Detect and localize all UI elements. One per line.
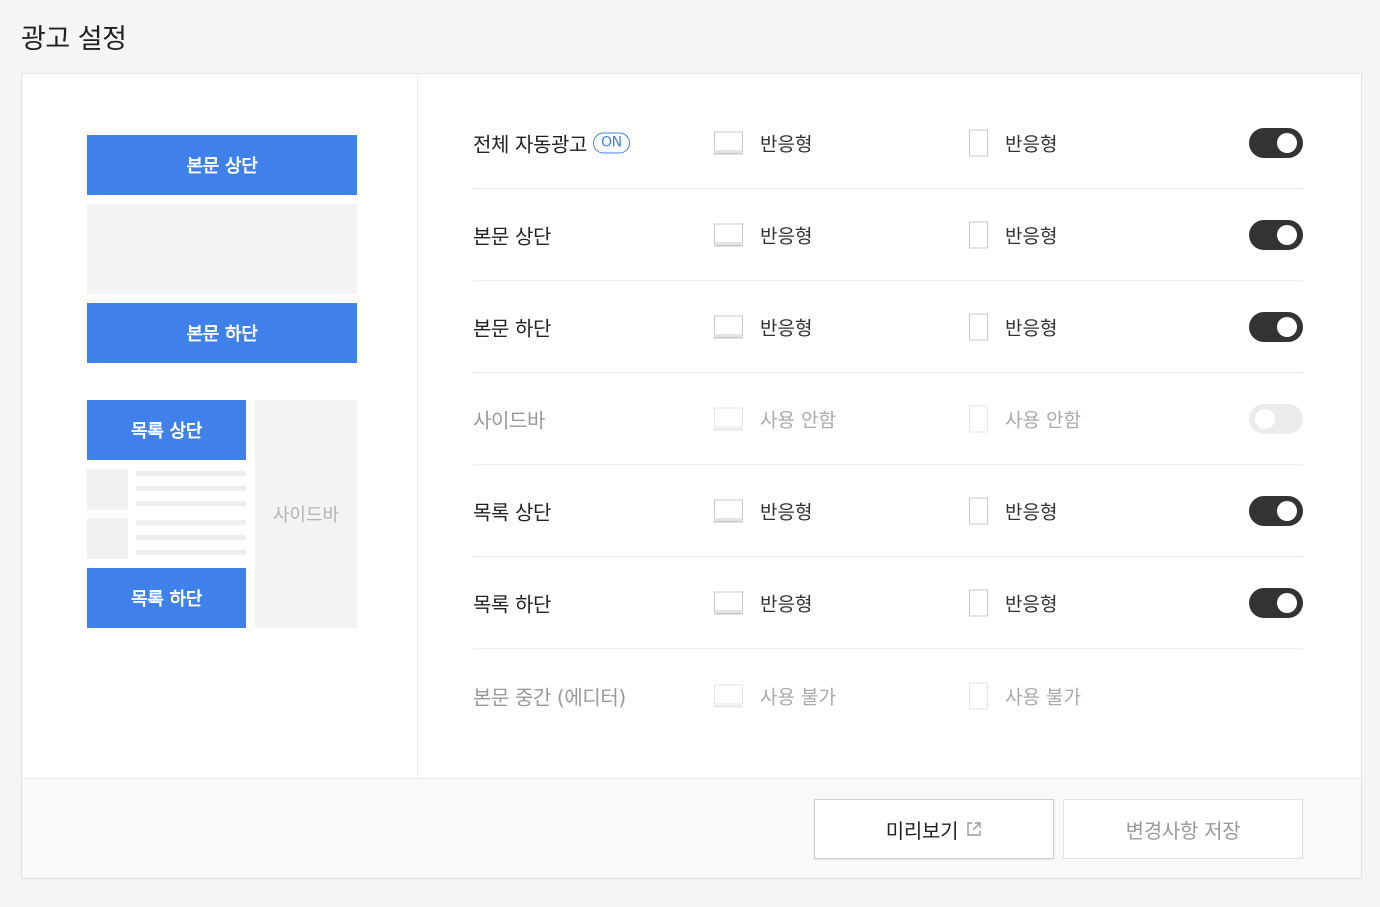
setting-row-label: 본문 하단 — [473, 316, 551, 341]
setting-row-label: 목록 상단 — [473, 500, 551, 525]
toggle-knob — [1277, 317, 1297, 337]
pc-setting-value: 사용 불가 — [760, 686, 836, 708]
pc-setting[interactable]: 반응형 — [714, 498, 812, 525]
preview-body-content — [87, 204, 357, 294]
monitor-icon — [714, 499, 743, 523]
toggle-knob — [1255, 409, 1275, 429]
setting-row-label: 전체 자동광고 ON — [473, 129, 630, 158]
mobile-setting-value: 사용 불가 — [1005, 686, 1081, 708]
preview-list-top: 목록 상단 — [87, 400, 246, 460]
save-changes-button[interactable]: 변경사항 저장 — [1063, 799, 1303, 859]
mobile-icon — [969, 313, 988, 341]
setting-row-label: 목록 하단 — [473, 592, 551, 617]
mobile-icon — [969, 589, 988, 617]
pc-setting[interactable]: 반응형 — [714, 590, 812, 617]
on-badge: ON — [592, 132, 630, 154]
setting-row-label-text: 전체 자동광고 — [473, 132, 587, 157]
monitor-icon — [714, 223, 743, 247]
pc-setting-value: 반응형 — [760, 317, 813, 340]
toggle-knob — [1277, 133, 1297, 153]
mobile-setting-value: 반응형 — [1005, 225, 1058, 248]
setting-row-list-top: 목록 상단 반응형 반응형 — [473, 466, 1303, 557]
page-title: 광고 설정 — [21, 24, 127, 55]
toggle-switch[interactable] — [1249, 128, 1303, 158]
mobile-setting: 사용 불가 — [969, 682, 1081, 709]
mobile-setting[interactable]: 반응형 — [969, 221, 1058, 249]
pc-setting[interactable]: 반응형 — [714, 314, 812, 341]
mobile-setting[interactable]: 반응형 — [969, 313, 1058, 341]
preview-list-thumb — [87, 469, 128, 510]
mobile-setting[interactable]: 반응형 — [969, 497, 1058, 525]
mobile-icon — [969, 129, 988, 157]
preview-sidebar: 사이드바 — [255, 400, 357, 628]
setting-row-auto-ads: 전체 자동광고 ON 반응형 반응형 — [473, 98, 1303, 189]
toggle-knob — [1277, 593, 1297, 613]
preview-list-line — [136, 471, 246, 476]
preview-body-bottom: 본문 하단 — [87, 303, 357, 363]
mobile-setting-value: 사용 안함 — [1005, 409, 1081, 432]
toggle-switch[interactable] — [1249, 312, 1303, 342]
ad-settings-panel: 본문 상단 본문 하단 목록 상단 목록 하단 사이드바 전체 자동광고 ON … — [21, 73, 1362, 879]
monitor-icon — [714, 684, 743, 707]
mobile-setting-value: 반응형 — [1005, 593, 1058, 616]
mobile-setting[interactable]: 반응형 — [969, 589, 1058, 617]
toggle-knob — [1277, 501, 1297, 521]
setting-row-body-top: 본문 상단 반응형 반응형 — [473, 190, 1303, 281]
monitor-icon — [714, 591, 743, 615]
setting-row-label: 본문 상단 — [473, 224, 551, 249]
mobile-icon — [969, 682, 988, 709]
mobile-setting-value: 반응형 — [1005, 317, 1058, 340]
ad-placement-preview: 본문 상단 본문 하단 목록 상단 목록 하단 사이드바 — [22, 74, 418, 778]
pc-setting-value: 반응형 — [760, 225, 813, 248]
pc-setting-value: 반응형 — [760, 501, 813, 524]
mobile-setting[interactable]: 사용 안함 — [969, 405, 1081, 433]
mobile-icon — [969, 221, 988, 249]
mobile-setting-value: 반응형 — [1005, 501, 1058, 524]
mobile-setting-value: 반응형 — [1005, 133, 1058, 156]
preview-list-line — [136, 486, 246, 491]
monitor-icon — [714, 407, 743, 431]
preview-list-thumb — [87, 518, 128, 559]
preview-list-line — [136, 550, 246, 555]
mobile-icon — [969, 497, 988, 525]
pc-setting-value: 반응형 — [760, 593, 813, 616]
pc-setting-value: 사용 안함 — [760, 409, 836, 432]
pc-setting[interactable]: 반응형 — [714, 222, 812, 249]
monitor-icon — [714, 315, 743, 339]
toggle-switch[interactable] — [1249, 588, 1303, 618]
setting-row-body-bottom: 본문 하단 반응형 반응형 — [473, 282, 1303, 373]
monitor-icon — [714, 131, 743, 155]
preview-list-line — [136, 501, 246, 506]
pc-setting: 사용 불가 — [714, 682, 836, 709]
external-link-icon — [967, 822, 981, 836]
setting-row-sidebar: 사이드바 사용 안함 사용 안함 — [473, 374, 1303, 465]
pc-setting-value: 반응형 — [760, 133, 813, 156]
preview-button[interactable]: 미리보기 — [814, 799, 1054, 859]
setting-row-list-bottom: 목록 하단 반응형 반응형 — [473, 558, 1303, 649]
pc-setting[interactable]: 사용 안함 — [714, 406, 836, 433]
setting-row-label: 본문 중간 (에디터) — [473, 685, 626, 709]
toggle-switch[interactable] — [1249, 496, 1303, 526]
settings-footer: 미리보기 변경사항 저장 — [22, 778, 1361, 878]
preview-list-line — [136, 535, 246, 540]
preview-button-label: 미리보기 — [885, 818, 959, 843]
toggle-switch[interactable] — [1249, 404, 1303, 434]
mobile-icon — [969, 405, 988, 433]
setting-row-editor-middle: 본문 중간 (에디터) 사용 불가 사용 불가 — [473, 650, 1303, 741]
preview-list-bottom: 목록 하단 — [87, 568, 246, 628]
mobile-setting[interactable]: 반응형 — [969, 129, 1058, 157]
toggle-switch[interactable] — [1249, 220, 1303, 250]
preview-body-top: 본문 상단 — [87, 135, 357, 195]
toggle-knob — [1277, 225, 1297, 245]
pc-setting[interactable]: 반응형 — [714, 130, 812, 157]
setting-row-label: 사이드바 — [473, 408, 545, 433]
preview-list-line — [136, 520, 246, 525]
